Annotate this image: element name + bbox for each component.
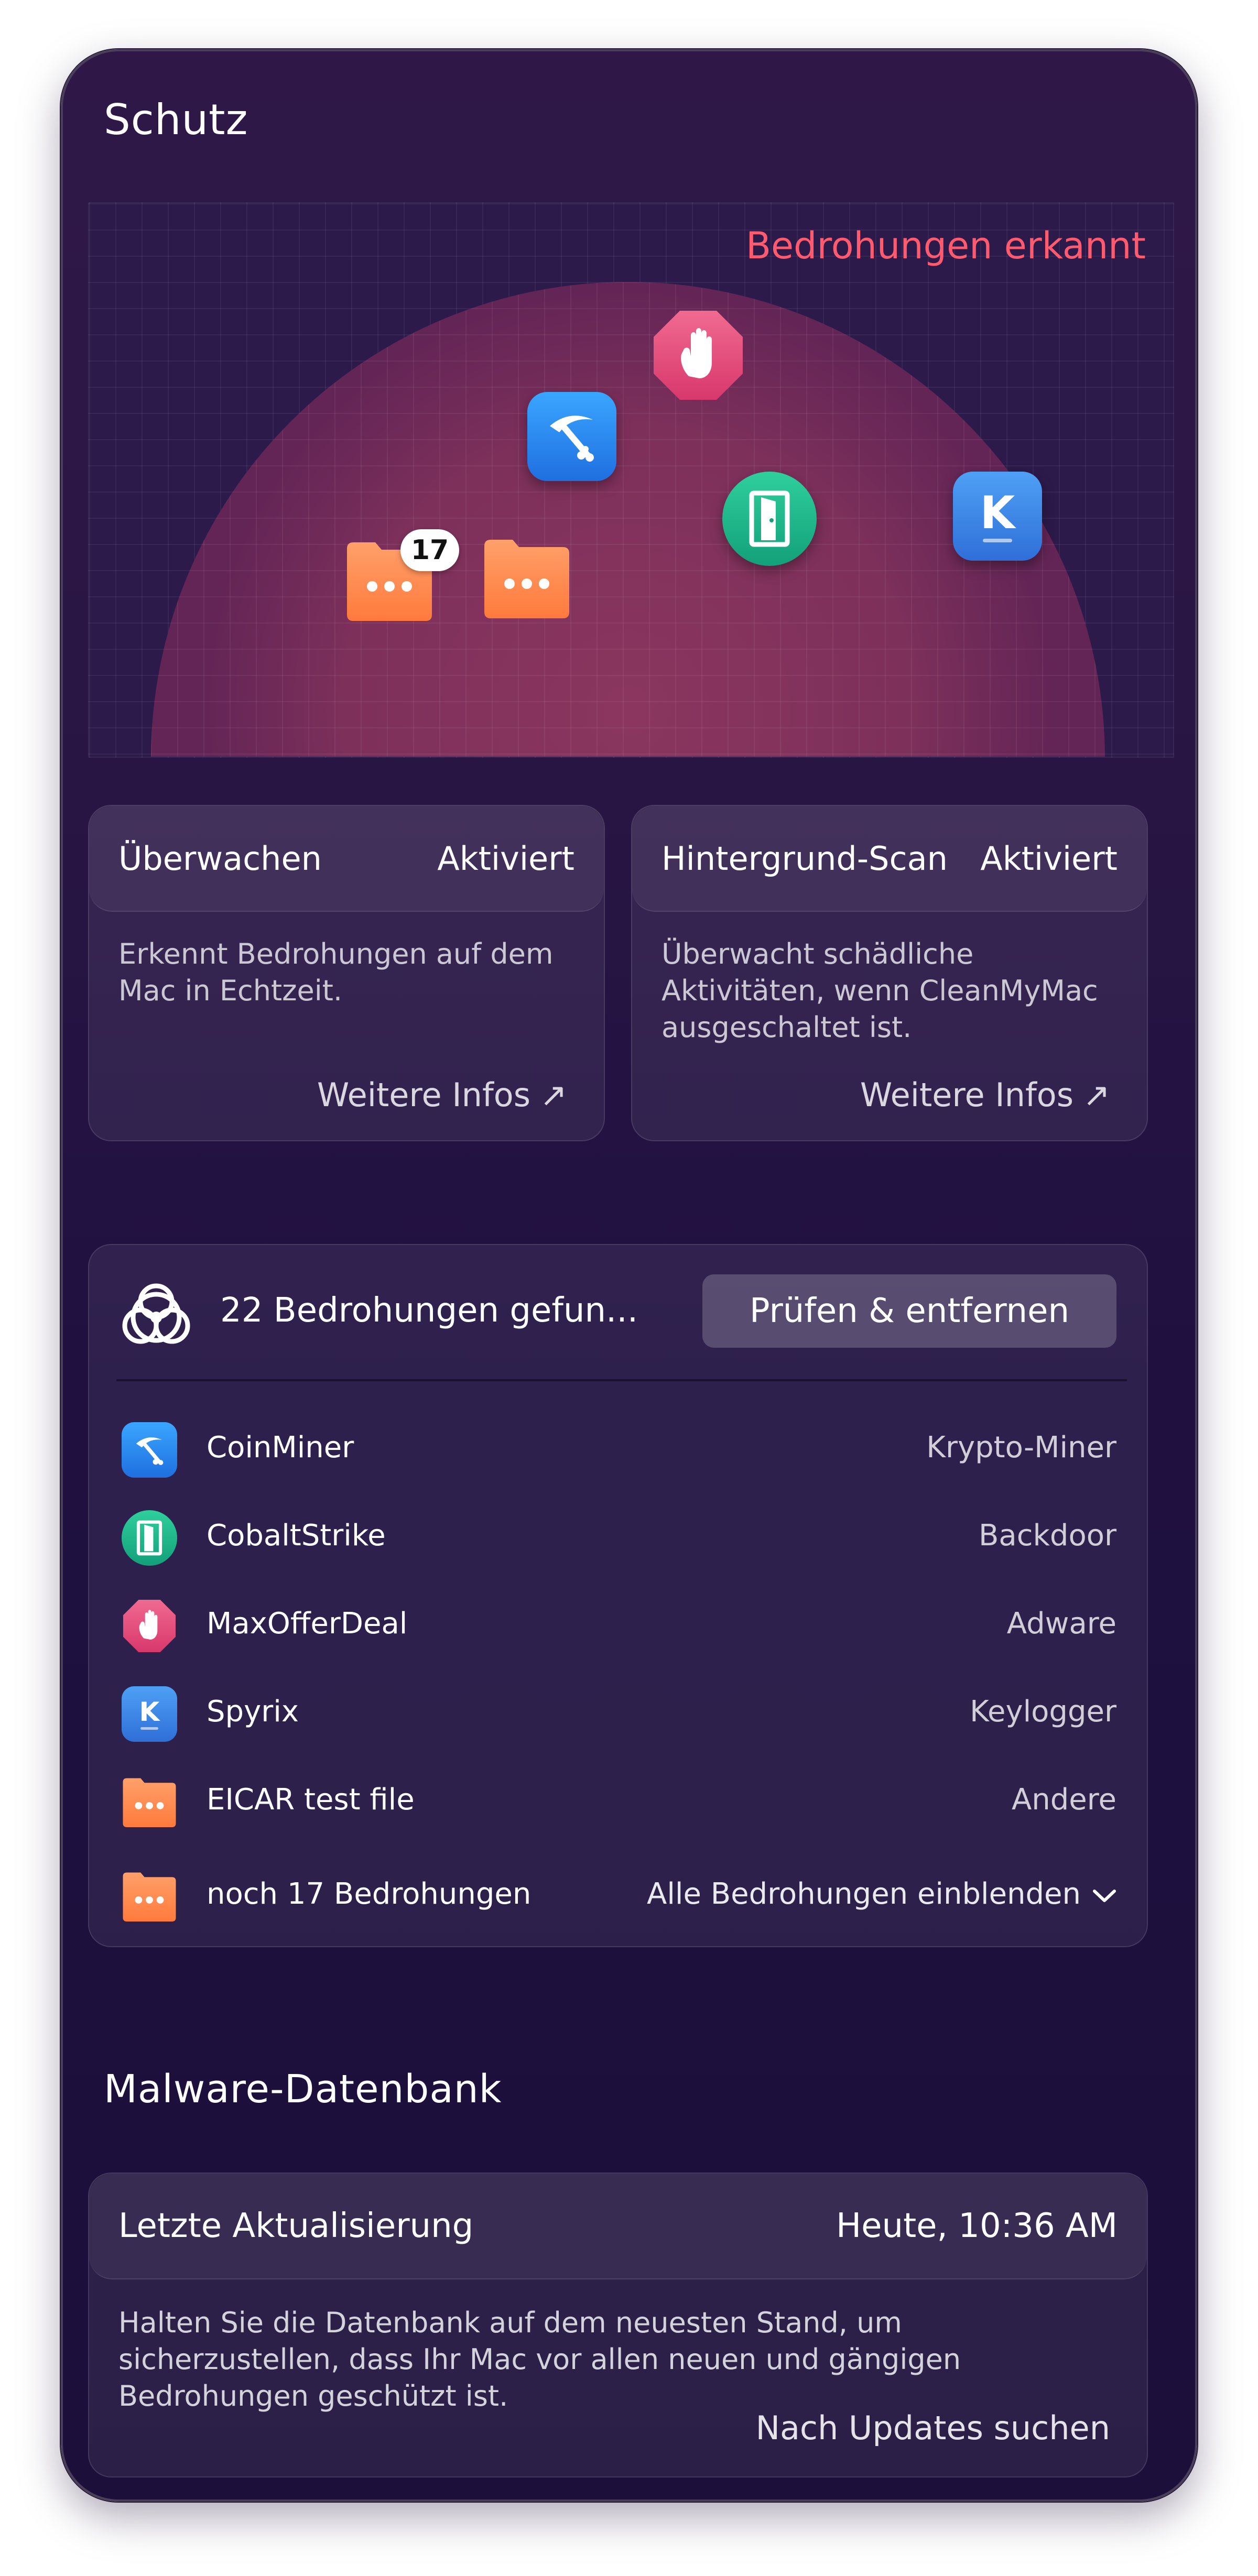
arrow-up-right-icon: ↗: [540, 1076, 567, 1114]
keyboard-k-icon: K: [122, 1686, 177, 1742]
background-scan-more-label: Weitere Infos: [860, 1076, 1074, 1114]
threat-row[interactable]: EICAR test file Andere: [89, 1753, 1147, 1841]
biohazard-icon: [120, 1278, 193, 1346]
threat-type: Backdoor: [978, 1519, 1116, 1553]
background-scan-card[interactable]: Hintergrund-Scan Aktiviert Überwacht sch…: [631, 805, 1148, 1141]
threat-count-badge: 17: [400, 529, 459, 571]
last-update-value: Heute, 10:36 AM: [836, 2207, 1118, 2245]
threat-row[interactable]: CobaltStrike Backdoor: [89, 1489, 1147, 1577]
hand-stop-icon: [122, 1598, 177, 1654]
more-threats-row[interactable]: noch 17 Bedrohungen Alle Bedrohungen ein…: [89, 1848, 1147, 1936]
threat-name: MaxOfferDeal: [207, 1607, 408, 1641]
background-scan-title: Hintergrund-Scan: [661, 839, 948, 878]
background-scan-status: Aktiviert: [980, 839, 1118, 878]
radar-status-label: Bedrohungen erkannt: [745, 224, 1146, 267]
door-icon[interactable]: [722, 472, 817, 566]
malware-db-title: Malware-Datenbank: [104, 2067, 502, 2112]
more-threats-label: noch 17 Bedrohungen: [207, 1877, 532, 1911]
threat-type: Adware: [1006, 1607, 1116, 1641]
keyboard-k-icon[interactable]: K: [953, 472, 1042, 561]
threats-card: 22 Bedrohungen gefun... Prüfen & entfern…: [88, 1244, 1148, 1947]
monitor-title: Überwachen: [118, 839, 322, 878]
monitor-status: Aktiviert: [437, 839, 574, 878]
review-remove-button[interactable]: Prüfen & entfernen: [702, 1274, 1116, 1348]
folder-icon: [122, 1869, 177, 1924]
protection-window: Schutz Bedrohungen erkannt K 17 Überwach…: [61, 49, 1197, 2502]
threat-name: CobaltStrike: [207, 1519, 386, 1553]
check-updates-button[interactable]: Nach Updates suchen: [756, 2409, 1110, 2447]
threat-name: CoinMiner: [207, 1431, 354, 1465]
arrow-up-right-icon: ↗: [1083, 1076, 1110, 1114]
monitor-card[interactable]: Überwachen Aktiviert Erkennt Bedrohungen…: [88, 805, 605, 1141]
door-icon: [122, 1510, 177, 1566]
monitor-more-link[interactable]: Weitere Infos ↗: [317, 1076, 567, 1114]
show-all-threats-button[interactable]: Alle Bedrohungen einblenden: [647, 1877, 1116, 1911]
hand-stop-icon[interactable]: [651, 308, 745, 402]
background-scan-more-link[interactable]: Weitere Infos ↗: [860, 1076, 1110, 1114]
threat-row[interactable]: CoinMiner Krypto-Miner: [89, 1401, 1147, 1489]
chevron-down-icon: [1092, 1877, 1116, 1911]
threat-row[interactable]: MaxOfferDeal Adware: [89, 1577, 1147, 1665]
page-title: Schutz: [104, 95, 248, 144]
threat-name: Spyrix: [207, 1695, 299, 1729]
monitor-more-label: Weitere Infos: [317, 1076, 531, 1114]
last-update-label: Letzte Aktualisierung: [118, 2207, 474, 2245]
monitor-description: Erkennt Bedrohungen auf dem Mac in Echtz…: [118, 937, 554, 1007]
threat-type: Krypto-Miner: [926, 1431, 1116, 1465]
folder-icon: [122, 1774, 177, 1830]
show-all-label: Alle Bedrohungen einblenden: [647, 1877, 1081, 1911]
divider: [116, 1379, 1127, 1381]
threat-type: Andere: [1011, 1783, 1116, 1817]
pickaxe-icon[interactable]: [527, 392, 616, 481]
threat-row[interactable]: K Spyrix Keylogger: [89, 1665, 1147, 1753]
malware-db-card: Letzte Aktualisierung Heute, 10:36 AM Ha…: [88, 2173, 1148, 2477]
malware-db-description: Halten Sie die Datenbank auf dem neueste…: [118, 2306, 961, 2413]
pickaxe-icon: [122, 1422, 177, 1478]
threat-radar: Bedrohungen erkannt K 17: [88, 202, 1174, 758]
folder-icon[interactable]: [482, 533, 571, 623]
background-scan-description: Überwacht schädliche Aktivitäten, wenn C…: [661, 937, 1098, 1044]
threat-type: Keylogger: [970, 1695, 1116, 1729]
threat-name: EICAR test file: [207, 1783, 415, 1817]
threats-summary: 22 Bedrohungen gefun...: [220, 1291, 638, 1330]
